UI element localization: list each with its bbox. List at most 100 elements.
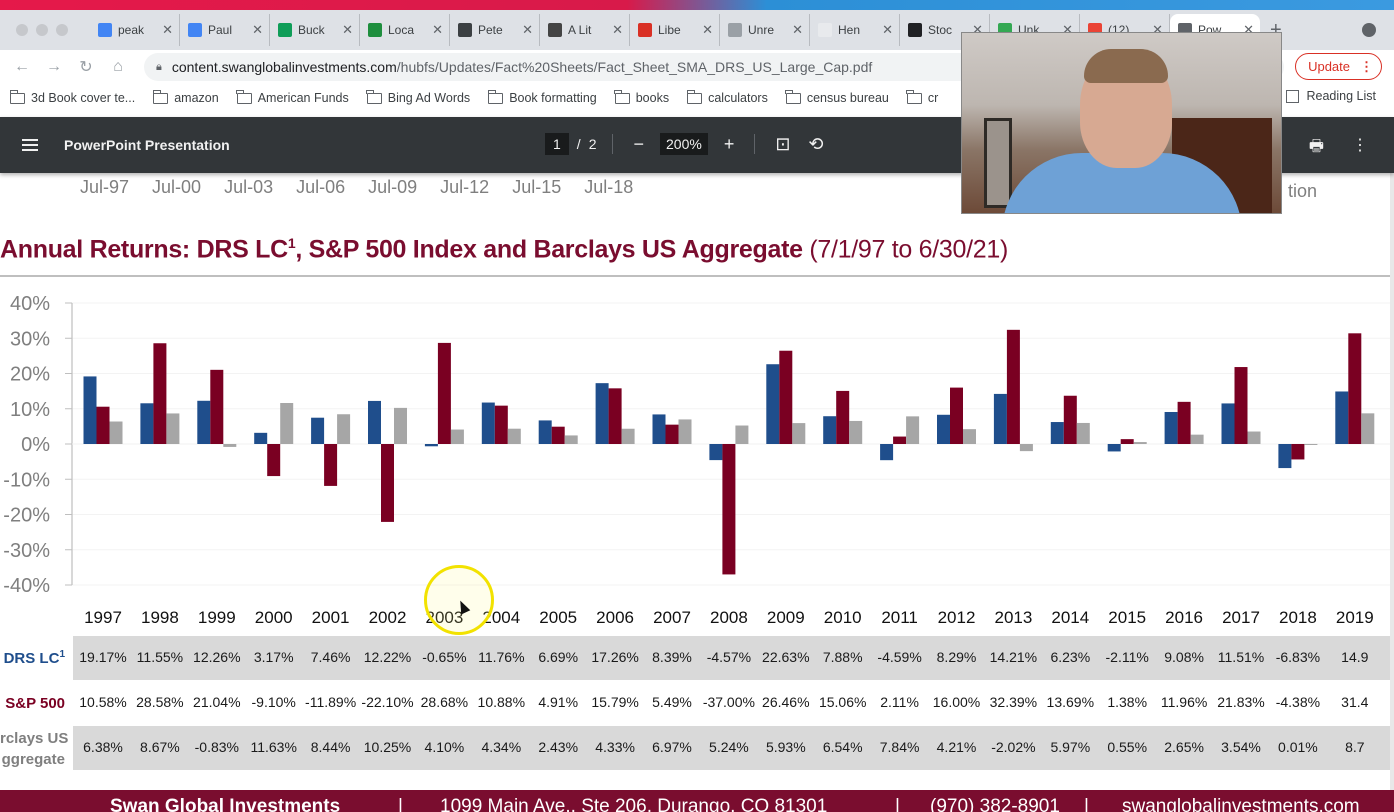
bar-barclays-us-aggregate-2003: [450, 429, 464, 444]
x-tick-label: 2009: [767, 608, 805, 627]
google-sheets-icon: [278, 23, 292, 37]
table-cell: 10.88%: [477, 694, 526, 710]
table-cell: 5.97%: [1050, 739, 1091, 755]
bookmark-item[interactable]: calculators: [686, 89, 768, 105]
tab-label: Libe: [658, 23, 681, 37]
browser-tab[interactable]: Paul ✕: [180, 14, 270, 46]
bar-drs-lc-2002: [368, 400, 381, 444]
folder-icon: [152, 89, 169, 104]
bookmark-item[interactable]: amazon: [152, 89, 219, 105]
close-tab-icon[interactable]: ✕: [252, 22, 263, 38]
zoom-out-button[interactable]: −: [633, 134, 644, 155]
x-tick-label: 1998: [141, 608, 179, 627]
bar-barclays-us-aggregate-2014: [1076, 422, 1090, 444]
browser-tab[interactable]: Buck ✕: [270, 14, 360, 46]
zoom-in-button[interactable]: +: [724, 134, 735, 155]
x-tick-label: 2012: [938, 608, 976, 627]
browser-tab[interactable]: A Lit ✕: [540, 14, 630, 46]
folder-icon: [236, 89, 252, 104]
close-tab-icon[interactable]: ✕: [612, 22, 623, 38]
blank-icon: [818, 23, 832, 37]
more-options-icon[interactable]: ⋮: [1352, 135, 1368, 162]
close-tab-icon[interactable]: ✕: [522, 22, 533, 38]
bar-barclays-us-aggregate-2006: [621, 428, 635, 444]
x-tick-label: 2001: [312, 608, 350, 627]
pr-icon: [908, 23, 922, 37]
close-tab-icon[interactable]: ✕: [792, 22, 803, 38]
bookmark-item[interactable]: Book formatting: [487, 89, 597, 105]
update-button[interactable]: Update ⋮: [1295, 53, 1382, 80]
bar-drs-lc-2017: [1221, 403, 1235, 444]
menu-icon[interactable]: [22, 136, 38, 154]
bar-drs-lc-1998: [140, 403, 154, 444]
bookmark-item[interactable]: 3d Book cover te...: [9, 89, 135, 105]
close-tab-icon[interactable]: ✕: [702, 22, 713, 38]
bar-barclays-us-aggregate-2018: [1304, 443, 1318, 445]
zoom-level-input[interactable]: 200%: [660, 133, 708, 155]
table-cell: 6.23%: [1050, 649, 1091, 665]
table-cell: 2.65%: [1164, 739, 1204, 755]
print-icon[interactable]: 🖶︎: [1309, 135, 1324, 162]
close-window-button[interactable]: [16, 24, 28, 36]
page-scrollbar[interactable]: [1390, 173, 1394, 790]
rotate-icon[interactable]: ⟲: [808, 134, 823, 155]
x-tick-label: 2013: [994, 608, 1032, 627]
bar-s-p-500-1999: [210, 369, 224, 444]
reload-icon[interactable]: ↻: [70, 57, 102, 77]
lc-icon: [638, 23, 652, 37]
close-tab-icon[interactable]: ✕: [162, 22, 173, 38]
page-total: 2: [588, 136, 597, 152]
y-tick-label: -20%: [3, 505, 50, 527]
pdf-right-controls: 🖶︎ ⋮: [1309, 135, 1368, 162]
bookmark-item[interactable]: American Funds: [236, 89, 349, 105]
bar-s-p-500-2012: [950, 387, 963, 444]
browser-tab[interactable]: Loca ✕: [360, 14, 450, 46]
previous-axis-label: Jul-00: [152, 177, 202, 197]
window-controls: [16, 24, 68, 36]
bookmark-item[interactable]: cr: [906, 89, 938, 105]
cube-icon: [548, 23, 562, 37]
table-cell: 3.54%: [1221, 739, 1261, 755]
close-tab-icon[interactable]: ✕: [432, 22, 443, 38]
table-cell: 8.44%: [310, 739, 351, 755]
browser-menu-icon[interactable]: ⋮: [1360, 59, 1373, 75]
bar-barclays-us-aggregate-2015: [1133, 442, 1147, 444]
bar-s-p-500-1998: [153, 343, 167, 444]
bookmark-item[interactable]: census bureau: [785, 89, 889, 105]
globe-icon: [458, 23, 472, 37]
minimize-window-button[interactable]: [36, 24, 48, 36]
browser-tab[interactable]: peak ✕: [90, 14, 180, 46]
bookmark-item[interactable]: Bing Ad Words: [366, 89, 470, 105]
x-tick-label: 2007: [653, 608, 691, 627]
table-cell: 21.04%: [193, 694, 241, 710]
profile-icon[interactable]: [1362, 23, 1376, 37]
table-cell: 12.26%: [193, 649, 241, 665]
url-host: content.swanglobalinvestments.com: [171, 59, 397, 75]
webcam-overlay[interactable]: [961, 32, 1282, 214]
table-cell: -6.83%: [1275, 649, 1321, 665]
back-arrow-icon[interactable]: ←: [6, 58, 38, 76]
bookmark-item[interactable]: books: [614, 89, 669, 105]
close-tab-icon[interactable]: ✕: [882, 22, 893, 38]
table-cell: 7.84%: [879, 739, 920, 755]
table-cell: 11.76%: [478, 649, 525, 665]
browser-tab[interactable]: Libe ✕: [630, 14, 720, 46]
browser-tab[interactable]: Pete ✕: [450, 14, 540, 46]
x-tick-label: 1999: [198, 608, 236, 627]
forward-arrow-icon[interactable]: →: [38, 58, 70, 76]
close-tab-icon[interactable]: ✕: [342, 22, 353, 38]
fit-page-icon[interactable]: ⊡: [775, 134, 790, 155]
folder-icon: [366, 89, 382, 104]
browser-tab[interactable]: Unre ✕: [720, 14, 810, 46]
table-cell: 22.63%: [762, 649, 810, 665]
page-number-input[interactable]: 1: [545, 133, 569, 155]
x-tick-label: 1997: [84, 608, 122, 627]
home-icon[interactable]: ⌂: [102, 58, 134, 76]
reading-list-button[interactable]: Reading List: [1285, 89, 1376, 103]
bar-s-p-500-2015: [1120, 439, 1134, 444]
x-tick-label: 2014: [1051, 608, 1089, 627]
maximize-window-button[interactable]: [56, 24, 68, 36]
tab-label: Loca: [388, 23, 415, 37]
browser-tab[interactable]: Hen ✕: [810, 14, 900, 46]
footer-website: swanglobalinvestments.com: [1122, 796, 1360, 812]
